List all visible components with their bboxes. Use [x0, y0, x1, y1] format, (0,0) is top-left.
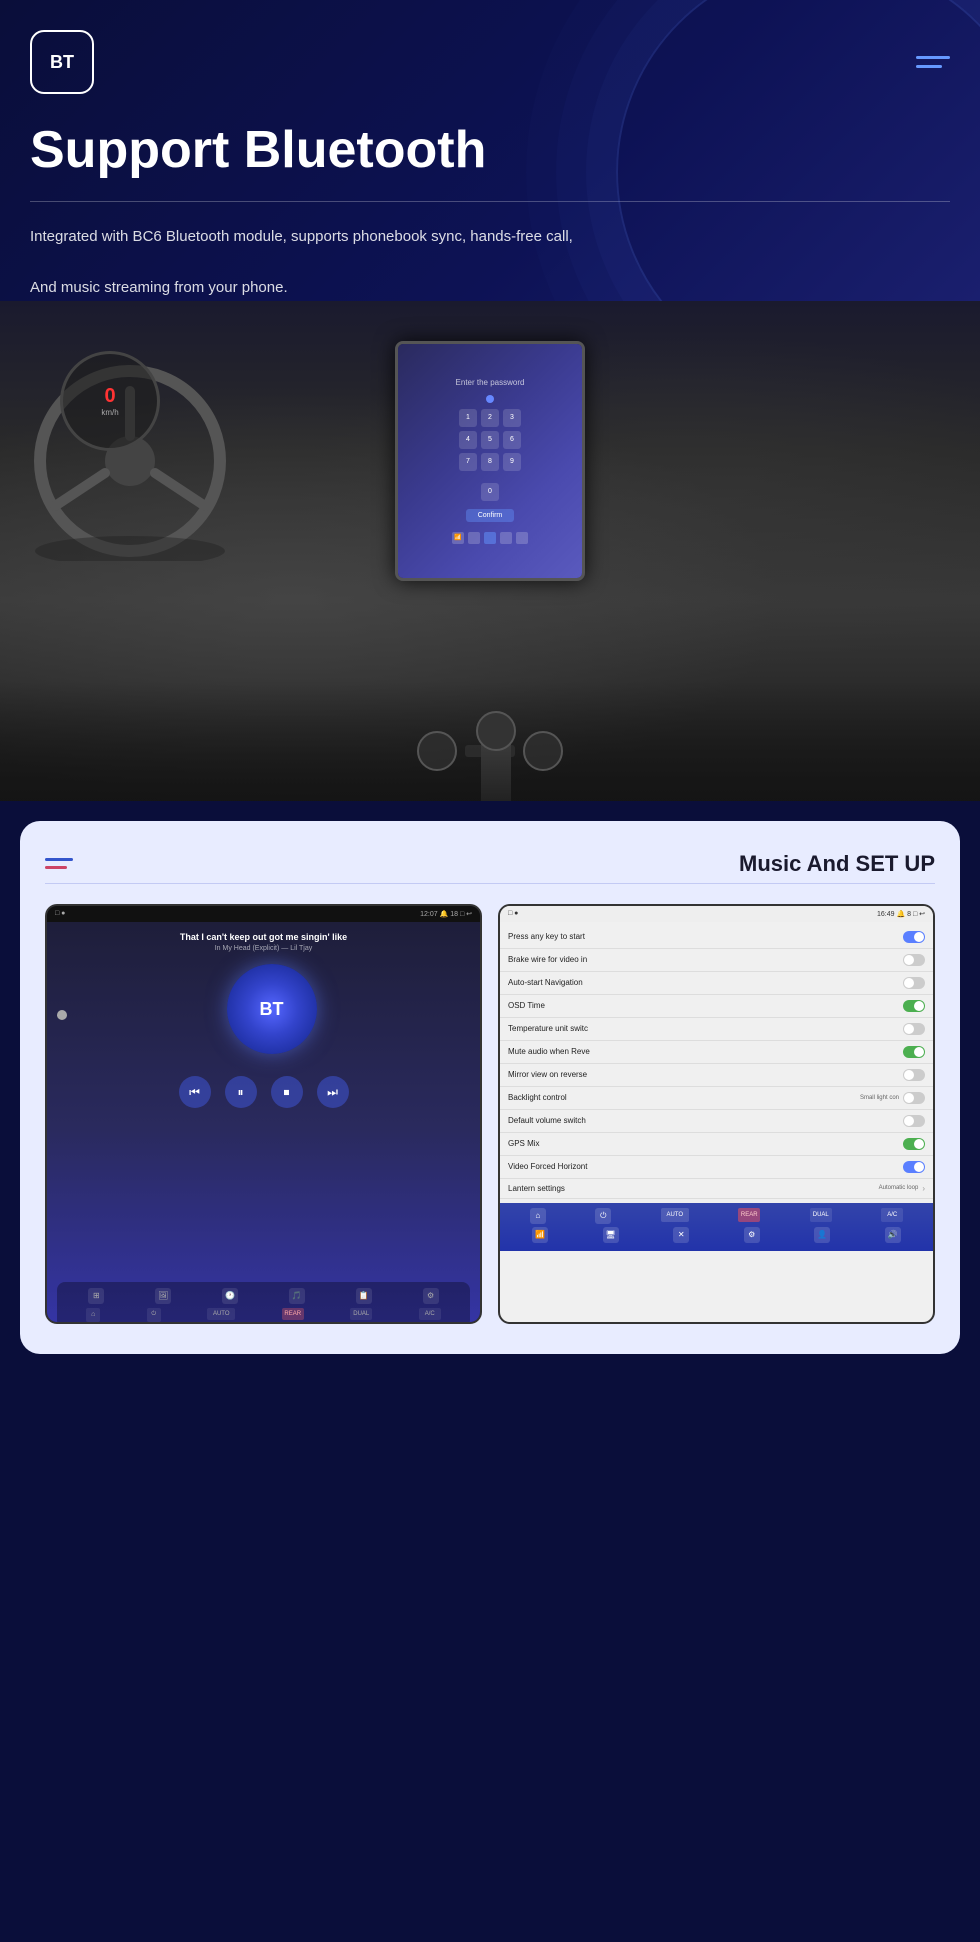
settings-row-video-horiz: Video Forced Horizont — [500, 1156, 933, 1179]
screen-password-label: Enter the password — [456, 378, 525, 387]
toggle-gps-mix[interactable] — [903, 1138, 925, 1150]
nav-tools-icon: ✕ — [673, 1227, 689, 1243]
toggle-osd-time[interactable] — [903, 1000, 925, 1012]
page-title: Support Bluetooth — [30, 122, 950, 179]
toggle-default-vol[interactable] — [903, 1115, 925, 1127]
settings-row-gps-mix: GPS Mix — [500, 1133, 933, 1156]
center-console-screen: Enter the password 1 2 3 4 5 6 7 8 9 0 C… — [395, 341, 585, 581]
nav-auto-btn[interactable]: AUTO — [661, 1208, 689, 1222]
nav-rear-btn[interactable]: REAR — [738, 1208, 760, 1222]
settings-row-default-vol: Default volume switch — [500, 1110, 933, 1133]
album-art: BT — [227, 964, 317, 1054]
settings-statusbar: □ ● 16:49 🔔 8 □ ↩ — [500, 906, 933, 922]
toggle-backlight[interactable] — [903, 1092, 925, 1104]
song-artist: In My Head (Explicit) — Lil Tjay — [57, 945, 470, 952]
nav-screen-icon: 🖥 — [603, 1227, 619, 1243]
lantern-arrow-icon: › — [922, 1184, 925, 1193]
nav-bar: BT — [30, 30, 950, 94]
music-statusbar: □ ● 12:07 🔔 18 □ ↩ — [47, 906, 480, 922]
nav-dual-btn[interactable]: DUAL — [810, 1208, 832, 1222]
fast-forward-button[interactable]: ⏭ — [317, 1076, 349, 1108]
settings-screen: □ ● 16:49 🔔 8 □ ↩ Press any key to start… — [498, 904, 935, 1324]
nav-settings-icon[interactable]: ⚙ — [744, 1227, 760, 1243]
toggle-brake-wire[interactable] — [903, 954, 925, 966]
nav-user-icon: 👤 — [814, 1227, 830, 1243]
play-pause-button[interactable]: ⏸ — [225, 1076, 257, 1108]
music-controls[interactable]: ⏮ ⏸ ⏹ ⏭ — [57, 1076, 470, 1108]
nav-vol-icon[interactable]: 🔊 — [885, 1227, 901, 1243]
settings-row-temp-unit: Temperature unit switc — [500, 1018, 933, 1041]
settings-row-mute-audio: Mute audio when Reve — [500, 1041, 933, 1064]
toggle-mute-audio[interactable] — [903, 1046, 925, 1058]
settings-list: Press any key to start Brake wire for vi… — [500, 922, 933, 1203]
settings-row-osd-time: OSD Time — [500, 995, 933, 1018]
music-setup-section: Music And SET UP □ ● 12:07 🔔 18 □ ↩ That… — [20, 821, 960, 1354]
car-interior-bg: 0km/h Enter the password 1 2 3 4 5 6 7 8… — [0, 301, 980, 801]
nav-home-icon[interactable]: ⌂ — [530, 1208, 546, 1224]
toggle-mirror-view[interactable] — [903, 1069, 925, 1081]
settings-row-press-key: Press any key to start — [500, 926, 933, 949]
section-divider — [45, 883, 935, 884]
settings-nav-row-top: ⌂ ⏻ AUTO REAR DUAL A/C — [505, 1208, 928, 1224]
title-divider — [30, 201, 950, 202]
settings-row-brake-wire: Brake wire for video in — [500, 949, 933, 972]
music-player-screen: □ ● 12:07 🔔 18 □ ↩ That I can't keep out… — [45, 904, 482, 1324]
section-header: Music And SET UP — [45, 851, 935, 877]
section-menu-icon[interactable] — [45, 858, 73, 869]
nav-ac-btn[interactable]: A/C — [881, 1208, 903, 1222]
music-player-content: That I can't keep out got me singin' lik… — [47, 922, 480, 1324]
settings-row-mirror-view: Mirror view on reverse — [500, 1064, 933, 1087]
toggle-video-horiz[interactable] — [903, 1161, 925, 1173]
bt-logo: BT — [30, 30, 94, 94]
stop-button[interactable]: ⏹ — [271, 1076, 303, 1108]
confirm-button: Confirm — [466, 509, 515, 522]
car-image-section: 0km/h Enter the password 1 2 3 4 5 6 7 8… — [0, 301, 980, 801]
settings-bottom-bar: ⌂ ⏻ AUTO REAR DUAL A/C 📶 🖥 ✕ ⚙ 👤 🔊 — [500, 1203, 933, 1251]
nav-wifi-icon: 📶 — [532, 1227, 548, 1243]
toggle-press-key[interactable] — [903, 931, 925, 943]
toggle-auto-nav[interactable] — [903, 977, 925, 989]
screen-numpad: 1 2 3 4 5 6 7 8 9 — [459, 409, 521, 471]
description-text: Integrated with BC6 Bluetooth module, su… — [30, 224, 950, 301]
nav-power-icon[interactable]: ⏻ — [595, 1208, 611, 1224]
lantern-extra: Automatic loop — [879, 1185, 919, 1191]
hamburger-menu-icon[interactable] — [916, 56, 950, 68]
settings-row-lantern[interactable]: Lantern settings Automatic loop › — [500, 1179, 933, 1199]
song-title: That I can't keep out got me singin' lik… — [57, 932, 470, 944]
settings-row-backlight: Backlight control Small light con — [500, 1087, 933, 1110]
toggle-temp-unit[interactable] — [903, 1023, 925, 1035]
section-title: Music And SET UP — [739, 851, 935, 877]
settings-nav-row-bottom: 📶 🖥 ✕ ⚙ 👤 🔊 — [505, 1227, 928, 1243]
screens-row: □ ● 12:07 🔔 18 □ ↩ That I can't keep out… — [45, 904, 935, 1324]
header-section: BT Support Bluetooth Integrated with BC6… — [0, 0, 980, 301]
settings-row-auto-nav: Auto-start Navigation — [500, 972, 933, 995]
backlight-extra: Small light con — [860, 1095, 899, 1101]
rewind-button[interactable]: ⏮ — [179, 1076, 211, 1108]
